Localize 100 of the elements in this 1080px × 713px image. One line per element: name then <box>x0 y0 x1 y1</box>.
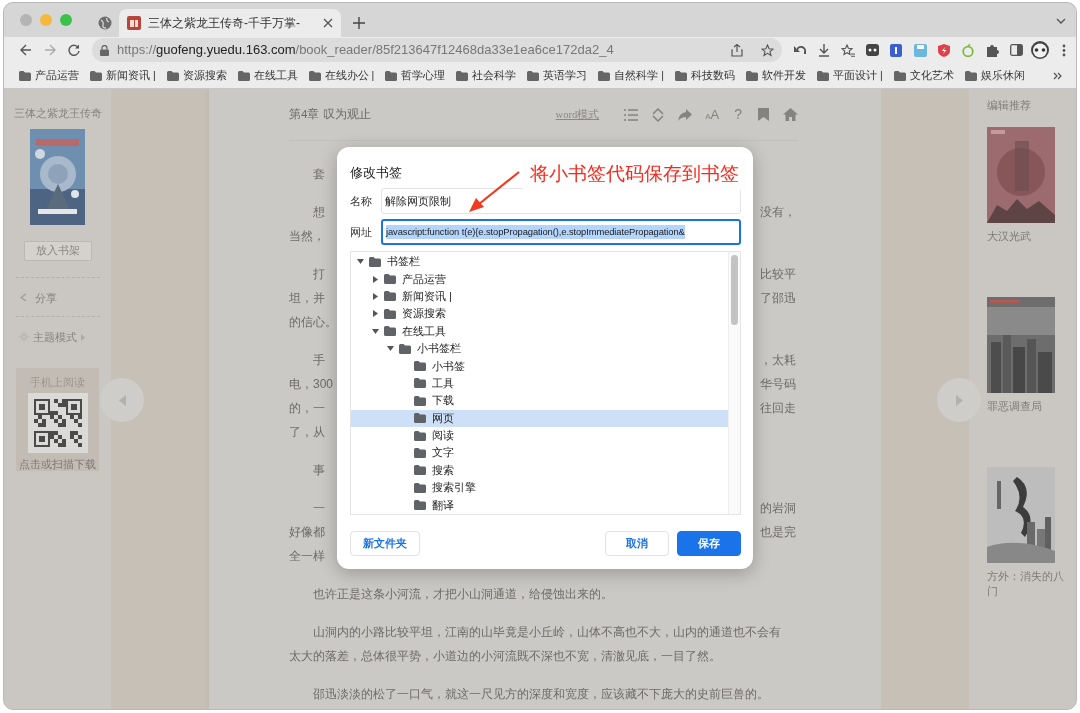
robot-icon[interactable] <box>865 44 879 56</box>
tree-item[interactable]: 网页 <box>351 409 728 427</box>
folder-icon <box>414 413 426 424</box>
text-line: 没有， <box>760 204 796 221</box>
bookmark-item[interactable]: 新闻资讯 | <box>87 65 159 86</box>
tree-item[interactable]: 翻译 <box>351 496 728 514</box>
tree-item[interactable]: 阅读 <box>351 426 728 445</box>
folder-icon <box>414 482 426 493</box>
text-line: 事 <box>312 462 325 479</box>
qr-code <box>27 393 88 453</box>
folder-icon <box>166 70 179 81</box>
folder-icon <box>964 70 977 81</box>
cancel-button[interactable]: 取消 <box>605 531 669 556</box>
folder-icon <box>456 70 469 81</box>
tree-item[interactable]: 新闻资讯 | <box>351 287 728 306</box>
text-line: 山洞内的小路比较平坦，江南的山毕竟是小丘岭，山体不高也不大，山内的通道也不会有 <box>312 624 781 641</box>
bookmark-item[interactable]: 文化艺术 <box>890 65 957 86</box>
text-line: 的，一 <box>289 400 325 417</box>
bookmark-item[interactable]: 资源搜索 <box>163 65 230 86</box>
bookmark-item[interactable]: 社会科学 <box>453 65 520 86</box>
text-line: 华号码 <box>760 376 796 393</box>
browser-tab[interactable]: 三体之紫龙王传奇-千手万掌- <box>119 9 341 37</box>
more-icon[interactable] <box>1053 71 1062 80</box>
qr-caption: 点击或扫描下载 <box>19 457 96 472</box>
tree-item[interactable]: 书签栏 <box>351 253 728 271</box>
text-line: 了，从 <box>289 424 325 441</box>
menu-icon[interactable] <box>1062 43 1066 57</box>
bookmark-item[interactable]: 英语学习 <box>524 65 591 86</box>
text-line: 打 <box>312 266 325 283</box>
folder-icon <box>90 70 102 81</box>
folder-icon <box>385 70 398 81</box>
tree-item[interactable]: 小书签 <box>351 357 728 375</box>
bookmark-item[interactable]: 自然科学 | <box>595 65 667 86</box>
tree-item[interactable]: 文字 <box>351 444 728 462</box>
text-line: 全一样 <box>289 548 325 565</box>
text-line: 的信心。 <box>289 314 337 331</box>
caret-icon <box>955 394 963 406</box>
folder-icon <box>414 361 426 372</box>
text-line: 往回走 <box>760 400 796 417</box>
text-line: 邵迅淡淡的松了一口气，就这一尺见方的深度和宽度，应该藏不下庞大的史前巨兽的。 <box>312 686 769 703</box>
url-text: https://guofeng.yuedu.163.com/book_reader/85f213647f12468da33e1ea6ce172da2_4 <box>117 41 614 60</box>
bookmark-item[interactable]: 科技数码 <box>671 65 738 86</box>
text-line: 当然， <box>289 228 325 245</box>
chapter-title: 第4章 叹为观止 <box>289 106 371 122</box>
field-label: 网址 <box>350 224 373 240</box>
bookmark-item[interactable]: 在线工具 <box>234 65 301 86</box>
text-line: 坦，并 <box>289 290 325 307</box>
folder-icon <box>527 70 540 81</box>
tree-item[interactable]: 产品运营 <box>351 270 728 288</box>
folder-icon <box>384 326 396 337</box>
back-icon[interactable] <box>20 44 32 56</box>
tree-item[interactable]: 搜索 <box>351 461 728 480</box>
bookmark-item[interactable]: 产品运营 <box>16 65 82 86</box>
tree-item[interactable]: 下载 <box>351 392 728 410</box>
star-icon[interactable] <box>761 43 774 57</box>
lock-icon <box>100 44 109 56</box>
caret-icon <box>118 394 126 406</box>
star-list-icon[interactable] <box>841 43 855 57</box>
undo-icon[interactable] <box>793 44 807 56</box>
tab-title: 三体之紫龙王传奇-千手万掌- <box>148 15 300 32</box>
bookmark-item[interactable]: 娱乐休闲 <box>961 65 1028 86</box>
arrow-icon <box>467 170 521 214</box>
bookmark-item[interactable]: 平面设计 | <box>813 65 886 86</box>
folder-icon <box>399 343 411 354</box>
tree-item[interactable]: 在线工具 <box>351 322 728 340</box>
tree-item[interactable]: 小书签栏 <box>351 339 728 358</box>
folder-icon <box>674 70 687 81</box>
tree-item[interactable]: 工具 <box>351 374 728 393</box>
folder-icon <box>414 378 426 389</box>
folder-icon <box>384 308 396 319</box>
avatar-icon[interactable] <box>1031 41 1049 59</box>
scrollbar-thumb[interactable] <box>731 255 738 325</box>
tree-item[interactable]: 资源搜索 <box>351 305 728 323</box>
folder-icon <box>414 395 426 406</box>
shield-icon[interactable] <box>938 43 950 57</box>
close-icon[interactable] <box>323 18 333 28</box>
folder-icon <box>414 448 426 458</box>
new-tab-icon[interactable] <box>353 17 365 29</box>
folder-icon <box>369 256 381 267</box>
bookmark-item[interactable]: 软件开发 <box>742 65 809 86</box>
sidebar-icon[interactable] <box>1009 44 1023 56</box>
shield-icon[interactable] <box>890 43 902 57</box>
folder-icon <box>893 70 906 81</box>
puzzle-icon[interactable] <box>985 43 999 57</box>
save-button[interactable]: 保存 <box>677 531 741 556</box>
tree-item[interactable]: 搜索引擎 <box>351 479 728 497</box>
reload-icon[interactable] <box>68 44 80 56</box>
text-line: 一 <box>312 500 325 517</box>
globe-icon[interactable] <box>98 16 112 30</box>
new-folder-button[interactable]: 新文件夹 <box>350 531 420 556</box>
address-bar[interactable]: https://guofeng.yuedu.163.com/book_reader/85f213647f12468da33e1ea6ce172da2_4 <box>92 38 782 62</box>
folder-icon <box>414 430 426 441</box>
chevron-down-icon[interactable] <box>1056 18 1066 24</box>
url-field[interactable]: javascript:function t(e){e.stopPropagation(),e.stopImmediatePropagation& <box>381 219 741 245</box>
bookmark-item[interactable]: 哲学心理 <box>382 65 449 86</box>
text-line: 太大的落差，总体很平势，小道边的小河流既不深也不宽，清澈见底，一目了然。 <box>289 648 721 665</box>
download-icon[interactable] <box>818 43 830 57</box>
folder-icon <box>237 70 250 81</box>
bookmark-item[interactable]: 在线办公 | <box>305 65 378 86</box>
caret-icon <box>81 333 85 341</box>
